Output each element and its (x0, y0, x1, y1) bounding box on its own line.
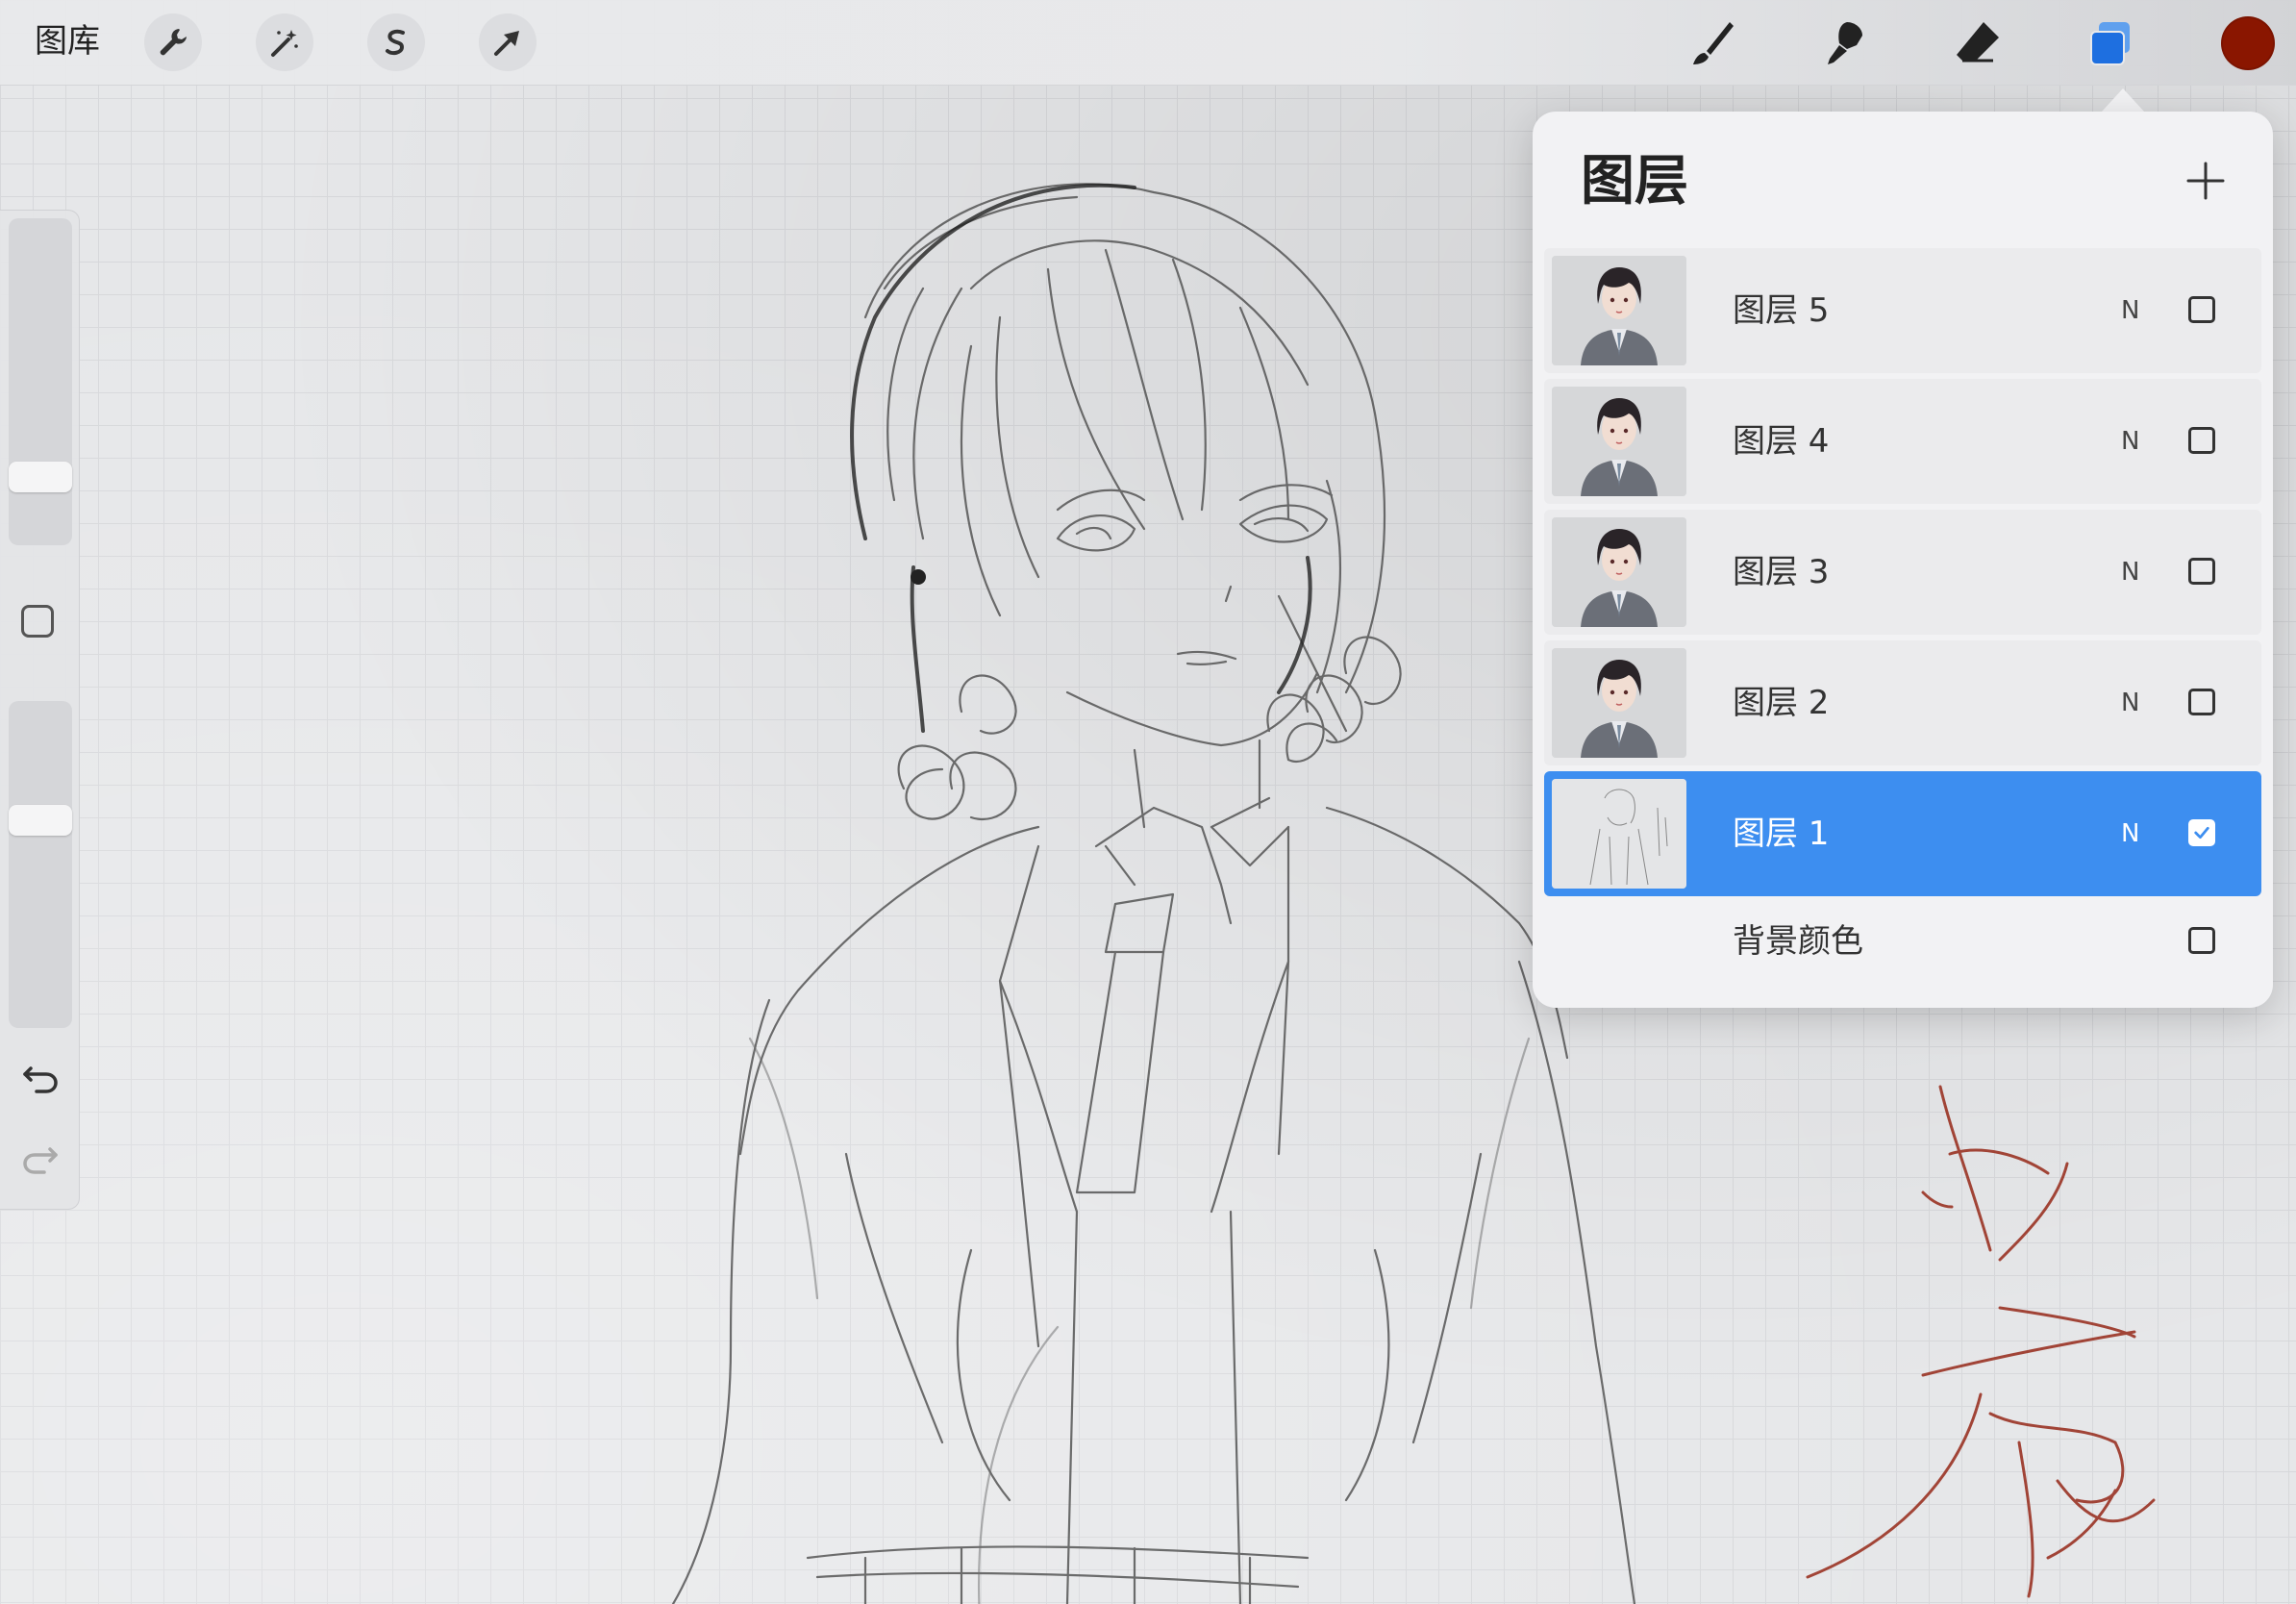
brush-size-slider-thumb[interactable] (9, 461, 72, 492)
layer-name: 图层 1 (1733, 815, 1830, 853)
layer-thumbnail-image (1552, 779, 1686, 889)
layer-thumbnail-image (1552, 648, 1686, 758)
actions-button[interactable] (144, 13, 202, 71)
layers-button[interactable] (2081, 13, 2140, 73)
layer-row[interactable]: 图层 2 N (1544, 640, 2261, 765)
layer-name: 图层 2 (1733, 684, 1830, 722)
brush-button[interactable] (1683, 13, 1742, 73)
transform-arrow-icon (494, 31, 519, 56)
eraser-button[interactable] (1948, 13, 2008, 73)
layer-row[interactable]: 图层 5 N (1544, 248, 2261, 373)
layers-icon (2090, 22, 2130, 65)
magic-wand-icon (271, 30, 298, 57)
transform-button[interactable] (479, 13, 537, 71)
layers-panel: 图层 图层 5 N 图层 4 N 图层 3 N 图层 2 N 图层 1 N 背景… (1533, 112, 2273, 1008)
brush-size-slider[interactable] (9, 218, 72, 545)
selection-s-icon (386, 29, 405, 56)
layer-thumbnail-image (1552, 387, 1686, 496)
layer-thumbnail (1552, 517, 1686, 627)
adjustments-button[interactable] (256, 13, 313, 71)
background-visibility-checkbox[interactable] (2188, 927, 2215, 954)
layer-thumbnail (1552, 648, 1686, 758)
color-picker-button[interactable] (2221, 16, 2275, 70)
layer-thumbnail-image (1552, 256, 1686, 365)
layer-thumbnail (1552, 256, 1686, 365)
selection-button[interactable] (367, 13, 425, 71)
layer-visibility-checkbox[interactable] (2188, 427, 2215, 454)
layers-panel-title: 图层 (1581, 150, 1688, 213)
layer-name: 图层 5 (1733, 291, 1830, 330)
plus-icon[interactable] (2179, 154, 2233, 208)
layer-row[interactable]: 图层 3 N (1544, 510, 2261, 635)
layer-thumbnail-image (1552, 517, 1686, 627)
layer-blend-mode[interactable]: N (2121, 421, 2139, 462)
layer-blend-mode[interactable]: N (2121, 552, 2139, 592)
layer-row[interactable]: 图层 1 N (1544, 771, 2261, 896)
layer-blend-mode[interactable]: N (2121, 290, 2139, 331)
layers-panel-caret (2102, 88, 2144, 112)
layer-name: 图层 3 (1733, 553, 1830, 591)
brush-icon (1693, 22, 1734, 64)
layer-name: 图层 4 (1733, 422, 1830, 461)
left-sidebar (0, 210, 80, 1210)
wrench-icon (160, 29, 187, 56)
top-toolbar: 图库 (0, 0, 2296, 86)
layer-visibility-checkbox[interactable] (2188, 819, 2215, 846)
opacity-slider[interactable] (9, 701, 72, 1028)
checkmark-icon (2194, 826, 2209, 840)
layer-visibility-checkbox[interactable] (2188, 689, 2215, 715)
undo-icon[interactable] (19, 1055, 62, 1097)
modify-square-icon[interactable] (21, 605, 54, 638)
background-color-row[interactable]: 背景颜色 (1544, 889, 2261, 994)
layer-thumbnail (1552, 779, 1686, 889)
layer-blend-mode[interactable]: N (2121, 683, 2139, 723)
layer-visibility-checkbox[interactable] (2188, 296, 2215, 323)
gallery-button[interactable]: 图库 (35, 19, 100, 63)
redo-icon[interactable] (19, 1136, 62, 1178)
smudge-icon (1828, 22, 1862, 64)
layer-row[interactable]: 图层 4 N (1544, 379, 2261, 504)
eraser-icon (1957, 22, 1999, 63)
layer-thumbnail (1552, 387, 1686, 496)
smudge-button[interactable] (1815, 13, 1875, 73)
background-color-label: 背景颜色 (1733, 922, 1863, 961)
opacity-slider-thumb[interactable] (9, 804, 72, 836)
layer-blend-mode[interactable]: N (2121, 814, 2139, 854)
layer-visibility-checkbox[interactable] (2188, 558, 2215, 585)
